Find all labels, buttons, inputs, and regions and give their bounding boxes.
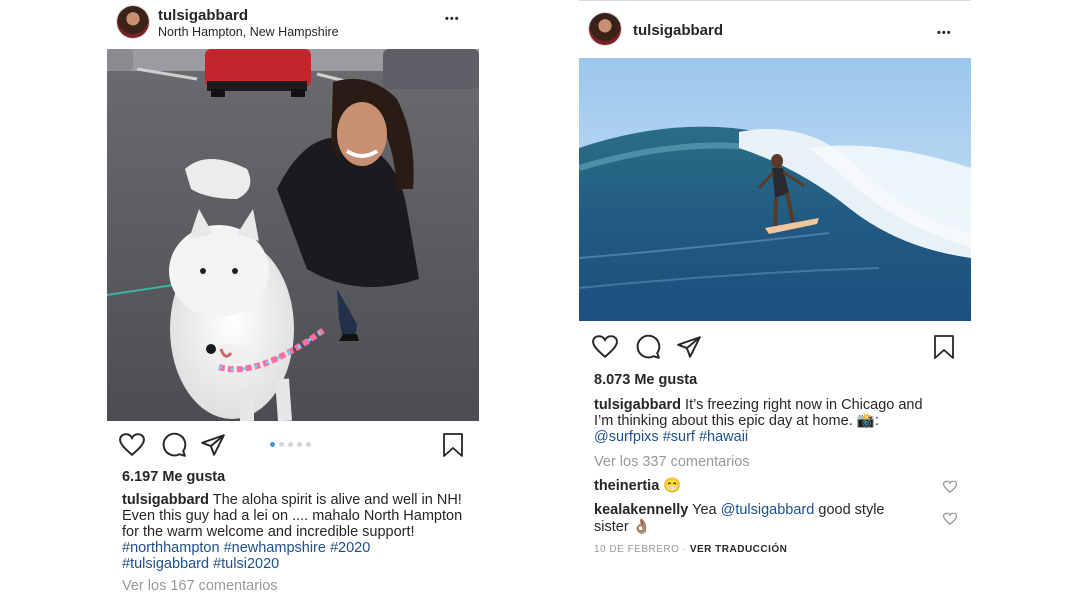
caption-text: The aloha spirit is alive and well in NH… — [212, 492, 462, 508]
caption-text: for the warm welcome and incredible supp… — [122, 524, 415, 540]
post-surf: tulsigabbard ••• 8.073 Me gusta tulsigab… — [579, 0, 971, 601]
dog-photo-illustration — [107, 49, 479, 421]
caption-username[interactable]: tulsigabbard — [122, 492, 209, 508]
comment: theinertia 😁 — [594, 478, 934, 495]
view-comments-link[interactable]: Ver los 337 comentarios — [594, 454, 750, 470]
username[interactable]: tulsigabbard — [158, 7, 248, 24]
post-dog: tulsigabbard North Hampton, New Hampshir… — [107, 0, 479, 600]
like-count[interactable]: 8.073 Me gusta — [594, 372, 697, 388]
camera-emoji: 📸: — [856, 413, 879, 429]
more-icon[interactable]: ••• — [937, 28, 952, 39]
carousel-dot — [306, 442, 311, 447]
post-photo-dog[interactable] — [107, 49, 479, 421]
comment-mention[interactable]: @tulsigabbard — [721, 502, 815, 518]
comment-like-icon[interactable] — [943, 512, 957, 526]
avatar[interactable] — [117, 6, 149, 38]
view-comments-link[interactable]: Ver los 167 comentarios — [122, 578, 278, 594]
carousel-indicator — [270, 442, 311, 447]
like-count[interactable]: 6.197 Me gusta — [122, 469, 225, 485]
comment-username[interactable]: theinertia — [594, 478, 659, 494]
location[interactable]: North Hampton, New Hampshire — [158, 25, 339, 39]
post-photo-surf[interactable] — [579, 58, 971, 321]
post-meta: 10 DE FEBRERO · VER TRADUCCIÓN — [594, 544, 787, 555]
comment-like-icon[interactable] — [943, 480, 957, 494]
caption: tulsigabbard The aloha spirit is alive a… — [122, 492, 472, 572]
share-icon[interactable] — [200, 432, 226, 458]
comment-username[interactable]: kealakennelly — [594, 502, 688, 518]
caption-text: I’m thinking about this epic day at home… — [594, 413, 853, 429]
heart-icon[interactable] — [119, 432, 145, 458]
surf-photo-illustration — [579, 58, 971, 321]
comment-text: sister 👌🏽 — [594, 519, 651, 535]
username[interactable]: tulsigabbard — [633, 22, 723, 39]
caption-text: Even this guy had a lei on .... mahalo N… — [122, 508, 463, 524]
comment-text: 😁 — [663, 478, 682, 494]
caption: tulsigabbard It’s freezing right now in … — [594, 397, 966, 445]
hashtags[interactable]: @surfpixs #surf #hawaii — [594, 429, 748, 445]
comment-text: Yea — [692, 502, 717, 518]
comment-icon[interactable] — [161, 432, 187, 458]
heart-icon[interactable] — [592, 334, 618, 360]
caption-username[interactable]: tulsigabbard — [594, 397, 681, 413]
hashtags[interactable]: #northhampton #newhampshire #2020 — [122, 540, 370, 556]
bookmark-icon[interactable] — [932, 334, 956, 360]
meta-separator: · — [682, 544, 687, 555]
carousel-dot — [297, 442, 302, 447]
share-icon[interactable] — [676, 334, 702, 360]
comment: kealakennelly Yea @tulsigabbard good sty… — [594, 502, 924, 536]
avatar[interactable] — [589, 13, 621, 45]
translate-link[interactable]: VER TRADUCCIÓN — [690, 544, 788, 555]
comment-text: good style — [818, 502, 885, 518]
carousel-dot — [270, 442, 275, 447]
post-date: 10 DE FEBRERO — [594, 544, 680, 555]
caption-text: It’s freezing right now in Chicago and — [685, 397, 923, 413]
bookmark-icon[interactable] — [441, 432, 465, 458]
carousel-dot — [288, 442, 293, 447]
carousel-dot — [279, 442, 284, 447]
comment-icon[interactable] — [635, 334, 661, 360]
more-icon[interactable]: ••• — [445, 14, 460, 25]
hashtags[interactable]: #tulsigabbard #tulsi2020 — [122, 556, 279, 572]
